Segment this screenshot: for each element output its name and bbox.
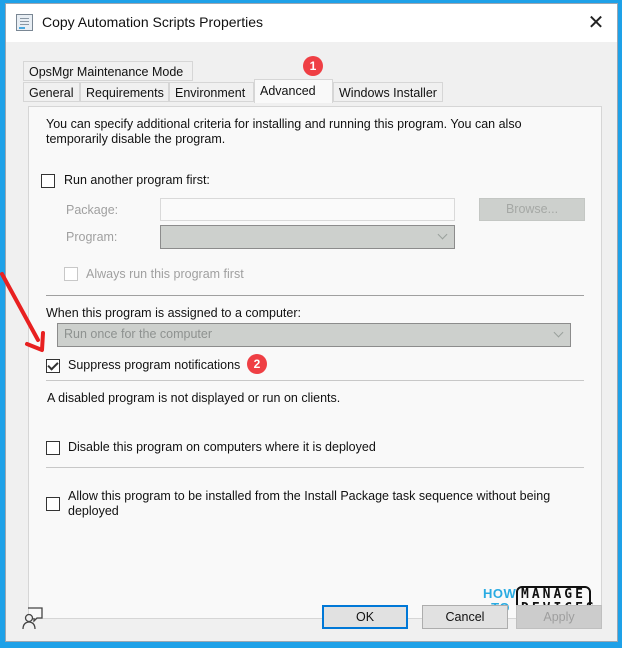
advanced-tab-panel: You can specify additional criteria for …	[28, 106, 602, 619]
annotation-arrow	[0, 272, 45, 352]
assigned-behavior-select[interactable]: Run once for the computer	[57, 323, 571, 347]
disable-program-checkbox[interactable]	[46, 441, 60, 455]
user-feedback-icon	[22, 607, 43, 630]
logo-how: HOW	[483, 586, 517, 601]
program-label: Program:	[66, 230, 118, 244]
package-input[interactable]	[160, 198, 455, 221]
assigned-behavior-value: Run once for the computer	[64, 327, 212, 341]
tab-general[interactable]: General	[23, 82, 80, 102]
cancel-button[interactable]: Cancel	[422, 605, 508, 629]
separator	[46, 467, 584, 468]
package-label: Package:	[66, 203, 119, 217]
run-another-program-label: Run another program first:	[64, 173, 210, 187]
user-feedback-button[interactable]	[20, 605, 46, 631]
description-text-line2: temporarily disable the program.	[46, 132, 226, 146]
dialog-client: OpsMgr Maintenance Mode General Requirem…	[6, 42, 617, 641]
program-select[interactable]	[160, 225, 455, 249]
chevron-down-icon	[553, 327, 564, 338]
tab-requirements[interactable]: Requirements	[80, 82, 169, 102]
close-icon: ✕	[587, 12, 605, 34]
tab-windows-installer[interactable]: Windows Installer	[333, 82, 443, 102]
logo-manage: MANAGE	[521, 587, 586, 602]
run-another-program-checkbox[interactable]	[41, 174, 55, 188]
assigned-label: When this program is assigned to a compu…	[46, 306, 301, 320]
description-text: You can specify additional criteria for …	[46, 117, 522, 131]
disabled-program-note: A disabled program is not displayed or r…	[47, 391, 341, 405]
properties-window-icon	[16, 14, 33, 31]
suppress-notifications-label: Suppress program notifications	[68, 358, 241, 372]
tab-environment[interactable]: Environment	[169, 82, 254, 102]
separator	[46, 380, 584, 381]
separator	[46, 295, 584, 296]
annotation-badge-2: 2	[247, 354, 267, 374]
tab-opsmgr-maintenance-mode[interactable]: OpsMgr Maintenance Mode	[23, 61, 193, 81]
suppress-notifications-checkbox[interactable]	[46, 359, 60, 373]
properties-dialog: Copy Automation Scripts Properties ✕ Ops…	[5, 3, 618, 642]
chevron-down-icon	[437, 229, 448, 240]
window-title: Copy Automation Scripts Properties	[42, 14, 263, 30]
ok-button[interactable]: OK	[322, 605, 408, 629]
allow-install-label-line2: deployed	[68, 504, 119, 518]
browse-button[interactable]: Browse...	[479, 198, 585, 221]
always-run-first-label: Always run this program first	[86, 267, 244, 281]
disable-program-label: Disable this program on computers where …	[68, 440, 376, 454]
tab-advanced[interactable]: Advanced	[254, 79, 333, 103]
title-bar: Copy Automation Scripts Properties ✕	[6, 4, 617, 42]
close-button[interactable]: ✕	[581, 9, 611, 37]
always-run-first-checkbox[interactable]	[64, 267, 78, 281]
allow-install-label: Allow this program to be installed from …	[68, 489, 551, 503]
annotation-badge-1: 1	[303, 56, 323, 76]
allow-install-checkbox[interactable]	[46, 497, 60, 511]
arrow-shaft	[0, 272, 40, 342]
apply-button[interactable]: Apply	[516, 605, 602, 629]
